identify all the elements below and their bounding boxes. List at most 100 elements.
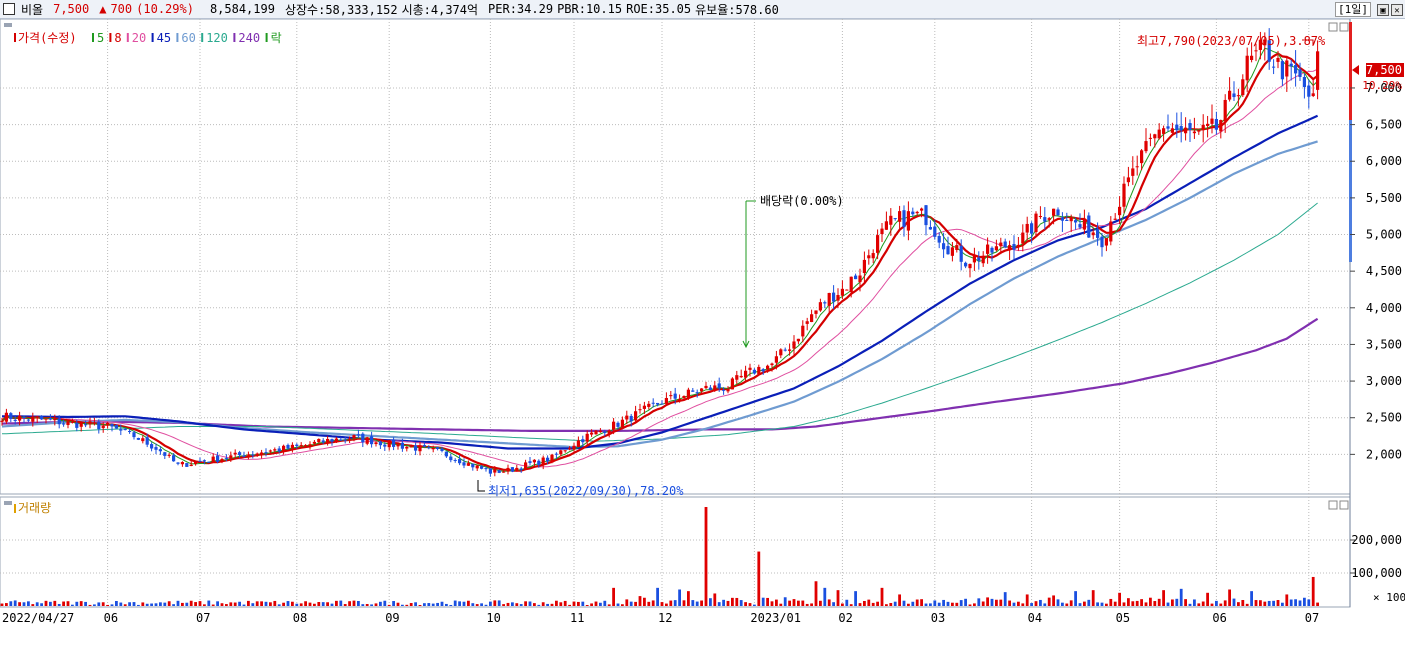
panel-menu-icon[interactable] [4,23,12,27]
volume-bar [1039,599,1042,606]
volume-bar [801,600,805,606]
candle-body [774,356,778,363]
candle-body [854,275,858,280]
volume-bar [1263,601,1267,606]
volume-close-button[interactable] [1339,500,1349,510]
volume-bar [867,599,871,606]
volume-bar [22,602,26,606]
volume-bar [49,601,52,606]
volume-bar [775,599,778,606]
volume-bar [722,599,725,606]
volume-bar [1083,601,1086,606]
volume-menu-icon[interactable] [4,501,12,505]
volume-bar [845,599,849,606]
candle-body [752,369,756,374]
candle-body [722,389,726,391]
volume-bar [1166,602,1170,606]
date-label: 04 [1028,611,1042,625]
volume-bar [783,597,787,606]
volume-minimize-button[interactable] [1328,500,1338,510]
candle-body [475,465,479,469]
volume-bar [1100,602,1104,606]
volume-bar [286,601,290,606]
period-selector[interactable]: [1일] [1335,2,1371,17]
candle-body [497,470,501,473]
volume-bar [1215,600,1218,606]
volume-bar [132,602,136,606]
candle-body [163,452,167,456]
up-arrow-icon: ▲ [99,2,107,16]
volume-bar [1184,599,1187,606]
candle-body [735,375,739,380]
volume-bar [1276,600,1280,606]
candle-body [488,468,492,474]
candle-body [761,369,765,372]
volume-bar [396,602,400,606]
candle-body [312,441,316,444]
volume-bar [1210,603,1214,606]
candle-body [915,211,919,214]
candle-body [53,418,57,421]
listed-shares: 상장수:58,333,152 [284,2,398,17]
volume-bar [559,602,563,606]
volume-bar [0,603,4,606]
volume-bar [911,601,915,606]
volume-bar [18,602,21,606]
candle-body [818,302,822,311]
volume-bar [370,604,373,606]
candle-body [202,460,206,462]
candle-body [387,440,391,448]
candle-body [268,450,272,452]
candle-body [1109,221,1113,242]
select-checkbox[interactable] [3,3,15,15]
volume-bar [973,603,976,606]
restore-window-button[interactable]: ▣ [1377,3,1389,16]
legend-item: 60 [181,31,195,45]
candle-body [132,432,136,438]
volume-bar [1272,600,1275,606]
volume-bar [31,604,35,606]
panel-close-button[interactable] [1339,22,1349,32]
volume-bar [814,581,818,606]
candle-body [827,292,831,306]
volume-bar [885,604,888,606]
volume-bar [304,601,307,606]
candle-body [40,416,44,420]
candle-body [449,456,453,461]
candle-body [766,365,770,370]
price-tick-label: 3,000 [1366,374,1402,388]
volume-bar [937,602,941,606]
candle-body [1201,124,1205,131]
candle-body [955,245,959,250]
volume-bar [101,602,105,606]
panel-minimize-button[interactable] [1328,22,1338,32]
volume-bar [893,601,897,606]
candle-body [1060,217,1064,221]
candle-body [541,457,545,466]
volume-bar [1122,602,1126,606]
volume-bar [137,604,140,606]
volume-bar [40,603,43,606]
candle-body [502,471,506,473]
volume-bar [321,602,325,606]
candle-body [1236,95,1240,97]
volume-bar [233,602,237,606]
candle-body [365,437,369,444]
volume-bar [1144,602,1148,606]
volume-bar [849,604,853,606]
volume-bar [1157,598,1161,606]
candle-body [444,451,448,457]
volume-bar [678,589,681,606]
candle-body [625,415,629,420]
volume-bar [436,602,439,606]
candle-body [189,464,193,467]
candle-body [532,459,536,463]
volume-bar [1232,598,1236,606]
candle-body [409,446,413,448]
volume-bar [189,600,193,606]
close-window-button[interactable]: ✕ [1391,3,1403,16]
candle-body [1122,183,1126,207]
candle-body [26,419,30,421]
date-label: 02 [838,611,852,625]
stock-chart[interactable]: 2,000 2,500 3,000 3,500 4,000 4,500 5,000 5,500… [0,19,1405,648]
